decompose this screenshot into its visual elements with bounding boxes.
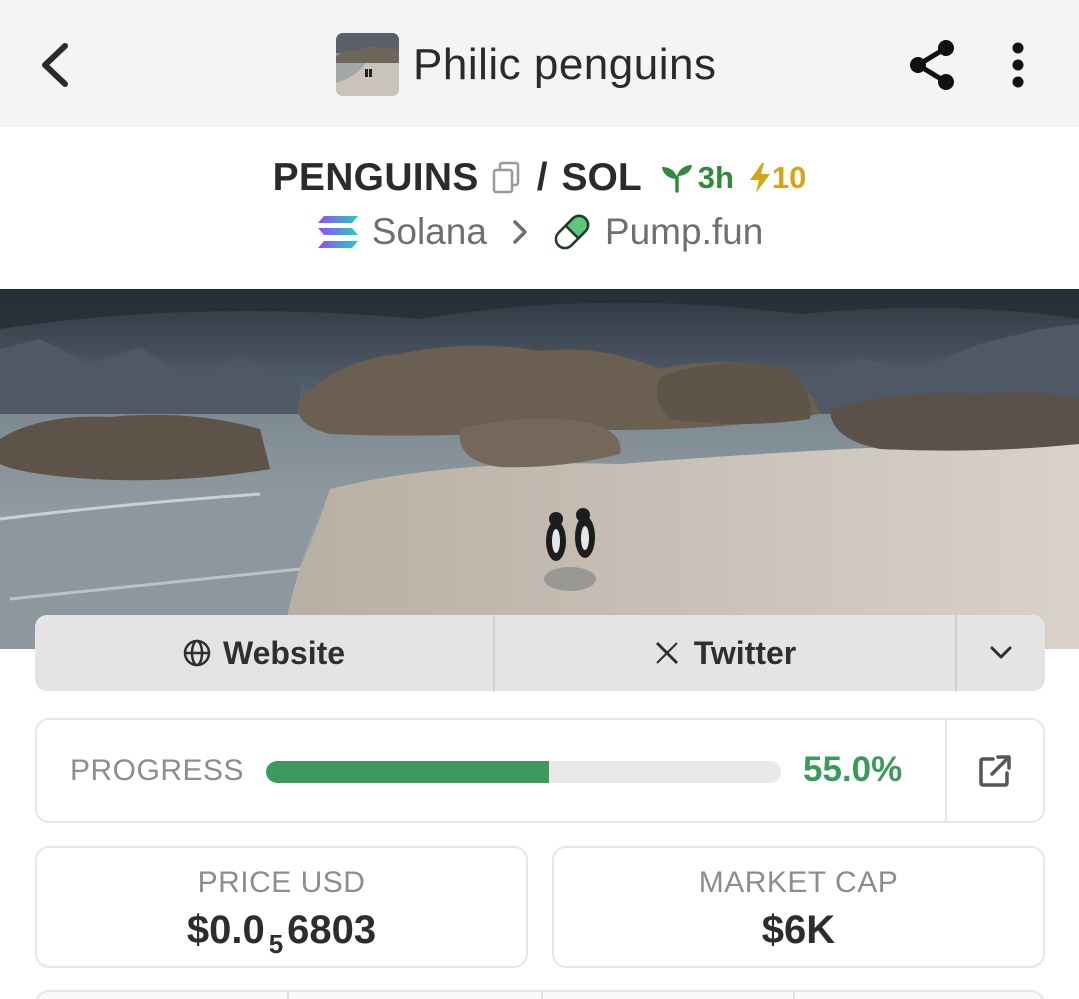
pill-icon <box>554 214 590 250</box>
copy-address-button[interactable] <box>491 161 521 195</box>
price-suffix: 6803 <box>287 908 377 952</box>
globe-icon <box>183 639 211 667</box>
base-token-symbol: PENGUINS <box>272 156 479 199</box>
share-icon <box>910 40 954 90</box>
price-zero-count: 5 <box>268 929 284 959</box>
twitter-link-button[interactable]: Twitter <box>495 615 957 691</box>
website-link-button[interactable]: Website <box>35 615 495 691</box>
price-usd-value: $0.0 5 6803 <box>37 908 526 960</box>
x-logo-icon <box>655 641 678 665</box>
price-prefix: $0.0 <box>186 908 265 952</box>
progress-label: PROGRESS <box>70 754 245 787</box>
more-vertical-icon <box>1012 42 1024 88</box>
more-options-button[interactable] <box>996 36 1040 94</box>
quote-token-symbol: SOL <box>561 156 642 199</box>
chevron-right-icon <box>511 218 529 246</box>
copy-icon <box>492 161 519 194</box>
page-title: Philic penguins <box>413 39 717 89</box>
chevron-left-icon <box>42 43 68 87</box>
chevron-down-icon <box>990 646 1012 659</box>
pair-line: PENGUINS / SOL 3h 10 <box>0 152 1079 204</box>
chain-link-solana[interactable]: Solana <box>316 211 487 253</box>
token-banner-image <box>0 289 1079 649</box>
boost-badge[interactable]: 10 <box>748 160 806 196</box>
share-button[interactable] <box>902 36 962 94</box>
progress-value: 55.0% <box>803 750 903 789</box>
pair-age: 3h <box>660 160 734 196</box>
dex-link-pumpfun[interactable]: Pump.fun <box>551 211 763 253</box>
bonding-progress-card: PROGRESS 55.0% <box>35 718 1045 823</box>
top-bar: Philic penguins <box>0 0 1079 127</box>
market-cap-value: $6K <box>761 908 836 952</box>
next-stats-row <box>35 990 1045 999</box>
divider <box>793 992 795 999</box>
social-links-bar: Website Twitter <box>35 615 1045 691</box>
website-label: Website <box>222 634 346 671</box>
market-cap-label: MARKET CAP <box>698 866 899 899</box>
divider <box>287 992 289 999</box>
price-usd-label: PRICE USD <box>197 866 366 899</box>
price-usd-card: PRICE USD $0.0 5 6803 <box>35 846 528 968</box>
back-button[interactable] <box>30 38 78 92</box>
solana-icon <box>317 216 358 248</box>
seedling-icon <box>661 165 692 193</box>
divider <box>541 992 543 999</box>
chain-name: Solana <box>371 211 487 252</box>
market-cap-card: MARKET CAP $6K <box>552 846 1045 968</box>
lightning-icon <box>749 163 770 193</box>
token-header: Philic penguins <box>336 33 716 96</box>
boost-count: 10 <box>771 160 807 195</box>
dex-name: Pump.fun <box>604 211 764 252</box>
pair-separator: / <box>536 156 548 199</box>
token-thumbnail <box>336 33 399 96</box>
pair-age-value: 3h <box>697 160 734 195</box>
progress-bar-fill <box>266 761 550 783</box>
progress-bar <box>266 761 781 783</box>
more-links-button[interactable] <box>957 615 1045 691</box>
chain-breadcrumb: Solana Pump.fun <box>0 206 1079 258</box>
open-external-button[interactable] <box>947 720 1043 821</box>
external-link-icon <box>979 754 1011 787</box>
twitter-label: Twitter <box>693 634 797 671</box>
